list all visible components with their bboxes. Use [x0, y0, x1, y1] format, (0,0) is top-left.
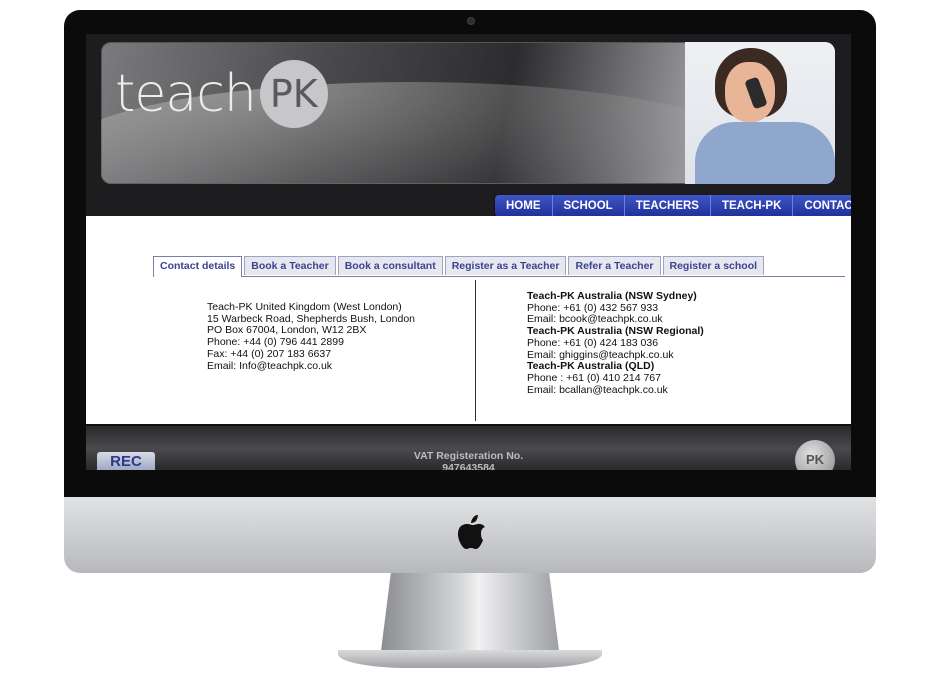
monitor-stand — [380, 573, 560, 659]
qld-phone: Phone : +61 (0) 410 214 767 — [527, 371, 661, 384]
uk-office-details: Teach-PK United Kingdom (West London) 15… — [207, 301, 415, 372]
header-photo — [685, 42, 835, 184]
tab-book-teacher[interactable]: Book a Teacher — [244, 256, 336, 275]
monitor-stand-base — [338, 650, 602, 668]
site-footer: REC VAT Registeration No. 947643584 PK — [86, 424, 851, 470]
uk-office-name: Teach-PK United Kingdom (West London) — [207, 301, 402, 313]
photo-body-shape — [695, 122, 835, 184]
logo-teach-text: teach — [115, 64, 257, 124]
main-content: Contact details Book a Teacher Book a co… — [86, 216, 851, 424]
nav-contact[interactable]: CONTACT — [793, 195, 851, 217]
tab-book-consultant[interactable]: Book a consultant — [337, 256, 443, 275]
australia-office-details: Teach-PK Australia (NSW Sydney) Phone: +… — [527, 290, 704, 396]
nav-school[interactable]: SCHOOL — [553, 195, 625, 217]
tab-register-teacher[interactable]: Register as a Teacher — [444, 256, 567, 275]
sydney-office-title: Teach-PK Australia (NSW Sydney) — [527, 290, 697, 302]
column-divider — [475, 280, 476, 421]
nav-teachers[interactable]: TEACHERS — [625, 195, 711, 217]
vat-label: VAT Registeration No. — [413, 450, 524, 462]
camera-icon — [467, 17, 475, 25]
tab-register-school[interactable]: Register a school — [662, 256, 765, 275]
uk-fax: Fax: +44 (0) 207 183 6637 — [207, 347, 332, 360]
site-logo[interactable]: teach PK — [115, 60, 328, 128]
nav-teach-pk[interactable]: TEACH-PK — [711, 195, 794, 217]
footer-pk-badge[interactable]: PK — [795, 440, 835, 470]
site-header-banner: teach PK — [101, 42, 835, 184]
uk-email: Email: Info@teachpk.co.uk — [207, 359, 333, 372]
qld-email: Email: bcallan@teachpk.co.uk — [527, 383, 668, 396]
contact-tabs: Contact details Book a Teacher Book a co… — [153, 256, 845, 277]
logo-pk-badge: PK — [259, 60, 328, 128]
vat-number: 947643584 — [442, 462, 495, 470]
nav-home[interactable]: HOME — [495, 195, 553, 217]
tab-contact-details[interactable]: Contact details — [153, 256, 243, 277]
regional-phone: Phone: +61 (0) 424 183 036 — [527, 336, 659, 349]
browser-screen: teach PK HOME SCHOOL TEACHERS TEACH-PK C… — [86, 34, 851, 470]
apple-logo-icon — [458, 515, 485, 549]
tab-refer-teacher[interactable]: Refer a Teacher — [568, 256, 661, 275]
main-nav: HOME SCHOOL TEACHERS TEACH-PK CONTACT — [495, 195, 851, 217]
